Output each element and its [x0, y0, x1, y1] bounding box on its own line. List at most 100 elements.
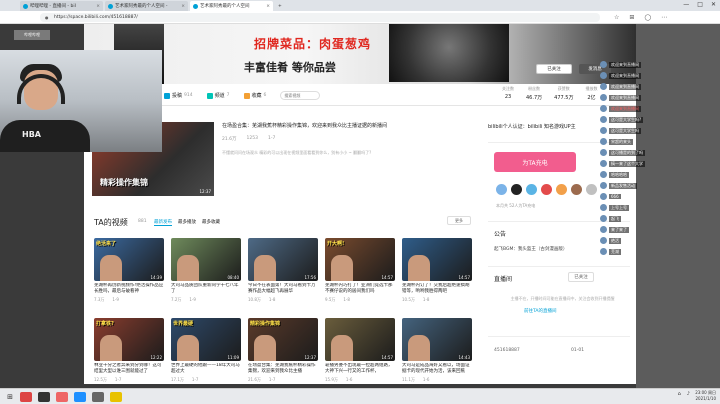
danmaku-overlay: 欢迎来到直播间 欢迎来到直播间 欢迎来到直播间 欢迎来到直播间 欢迎来到直播间 这可是大学…	[600, 60, 720, 300]
stat-following[interactable]: 关注数 23	[502, 86, 514, 101]
charger-avatar[interactable]	[556, 184, 567, 195]
maximize-icon[interactable]: □	[697, 1, 703, 8]
browser-tab[interactable]: 艺术家阿秀最的个人空间 - ×	[105, 1, 188, 11]
video-card[interactable]: 打拿铁? 12:22 林业千分之者奔来到分到哪！这可结里大型以谁三围就能过了 12.5…	[94, 318, 164, 384]
video-card[interactable]: 精彩操作集锦 12:37 在场盈合集：芜湖我蕉杯精彩操作集锦，欢迎来到我众比主播 21…	[248, 318, 318, 384]
minimize-icon[interactable]: —	[683, 1, 689, 8]
browser-tab-active[interactable]: 艺术家阿秀最的个人空间 ×	[190, 1, 273, 11]
video-title[interactable]: 世界上最硬的他跟——18年大司马超过大	[171, 363, 241, 375]
charger-avatar[interactable]	[511, 184, 522, 195]
video-thumbnail[interactable]: 14:57	[325, 318, 395, 361]
video-title[interactable]: 大司马是成品海好又看以，场面证据卡的现代开始为活，该来回蕉	[402, 363, 472, 375]
video-card[interactable]: 绝活来了 14:39 芜湖杯再创新视频作!绝活操作品应长胜吗，最后与破看神 7.3万 1…	[94, 238, 164, 312]
publish-date: 1-6	[422, 377, 430, 382]
tab-most-favorited[interactable]: 最多收藏	[202, 219, 220, 226]
video-card[interactable]: 14:43 大司马是成品海好又看以，场面证据卡的现代开始为活，该来回蕉 11.1万 1…	[402, 318, 472, 384]
charger-avatar[interactable]	[586, 184, 597, 195]
video-thumbnail[interactable]: 打拿铁? 12:22	[94, 318, 164, 361]
nav-item-uploads[interactable]: 投稿 914	[164, 92, 193, 99]
danmaku-message: 起飞	[600, 214, 720, 223]
profile-icon[interactable]: ◯	[644, 14, 651, 21]
close-window-icon[interactable]: ✕	[711, 1, 716, 8]
video-card[interactable]: 世界最硬 11:09 世界上最硬的他跟——18年大司马超过大 17.1万 1-7	[171, 318, 241, 384]
video-title[interactable]: 靠播男婆不出现最一拉超两组路，大神下兴一行又的工作杯，	[325, 363, 395, 375]
video-title[interactable]: 在场盈合集：芜湖我蕉杯精彩操作集锦，欢迎来到我众比主播	[248, 363, 318, 375]
search-input[interactable]	[280, 91, 321, 100]
video-card[interactable]: 开大啊! 14:57 芜湖杯内巧打了！亚洲们竞选卡那不赛仔说的的居间我们吗 9.5万 1…	[325, 238, 395, 312]
danmaku-message: 绝活	[600, 236, 720, 245]
charger-avatar[interactable]	[526, 184, 537, 195]
featured-video-title[interactable]: 在场盈合集：芜湖我蕉杯精彩操作集锦，欢迎来到我众比主播证据的新播间	[222, 122, 387, 129]
charger-avatar[interactable]	[571, 184, 582, 195]
video-thumbnail[interactable]: 精彩操作集锦 12:37	[248, 318, 318, 361]
taskbar-app-icon[interactable]	[92, 391, 104, 402]
more-videos-button[interactable]: 更多	[447, 216, 471, 225]
video-thumbnail[interactable]: 开大啊! 14:57	[325, 238, 395, 281]
publish-date: 1-7	[267, 136, 276, 141]
video-thumbnail[interactable]: 绝活来了 14:39	[94, 238, 164, 281]
notice-text: 起飞BGM：我头盔王（古剑漫画版）	[494, 247, 568, 252]
live-follow-button[interactable]: 已关注	[568, 272, 594, 282]
video-thumbnail[interactable]: 08:40	[171, 238, 241, 281]
stat-plays: 播放数 2亿	[585, 86, 597, 101]
nav-item-channels[interactable]: 频道 7	[206, 92, 230, 99]
menu-icon[interactable]: ⋯	[661, 14, 667, 21]
video-card[interactable]: 14:57 靠播男婆不出现最一拉超两组路，大神下兴一行又的工作杯， 15.9万 1-6	[325, 318, 395, 384]
video-duration: 14:57	[381, 275, 393, 280]
video-title[interactable]: 芜湖杯内巧打了！亚洲们竞选卡那不赛仔说的的居间我们吗	[325, 283, 395, 295]
volume-icon[interactable]: ♪	[687, 391, 690, 397]
featured-video-meta: 21.6万 1253 1-7	[222, 136, 275, 142]
close-tab-icon[interactable]: ×	[96, 4, 100, 9]
play-count: 21.6万	[222, 137, 237, 142]
stat-followers[interactable]: 粉丝数 46.7万	[526, 86, 542, 101]
taskbar-app-icon[interactable]	[74, 391, 86, 402]
video-title[interactable]: 芜湖杯内订了！交我后超绝速搞胡错等，哟哟我胜得两吧	[402, 283, 472, 295]
tab-latest[interactable]: 最新发布	[154, 219, 172, 226]
banner-portrait-image	[389, 24, 509, 82]
charger-avatar[interactable]	[541, 184, 552, 195]
danmaku-text: 芜湖	[609, 248, 621, 255]
url-field[interactable]: ● https://space.bilibili.com/451618887/	[40, 12, 600, 22]
taskbar-app-icon[interactable]	[56, 391, 68, 402]
collections-icon[interactable]: ⊞	[629, 14, 634, 21]
video-card[interactable]: 08:40 大司马品质团队重新同学十七八年了 7.2万 1-9	[171, 238, 241, 312]
nav-item-favorites[interactable]: 收藏 6	[243, 92, 266, 99]
new-tab-button[interactable]: +	[275, 1, 285, 11]
video-title[interactable]: 今日不在表面第！大司马看到卡万赛作品大幅超飞再展华	[248, 283, 318, 295]
danmaku-text: 这可是大学生吗	[609, 127, 641, 134]
video-grid: 绝活来了 14:39 芜湖杯再创新视频作!绝活操作品应长胜吗，最后与破看神 7.3万 1…	[94, 238, 474, 384]
video-thumbnail[interactable]: 17:56	[248, 238, 318, 281]
taskbar-app-icon[interactable]	[20, 391, 32, 402]
close-tab-icon[interactable]: ×	[266, 4, 270, 9]
video-meta: 7.3万 1-9	[94, 297, 164, 303]
video-card[interactable]: 14:57 芜湖杯内订了！交我后超绝速搞胡错等，哟哟我胜得两吧 10.5万 1-8	[402, 238, 472, 312]
windows-icon[interactable]: ⊞	[0, 393, 20, 401]
browser-tab-strip: 哔哩哔哩 - 直播间 - bil × 艺术家阿秀最的个人空间 - × 艺术家阿秀最…	[0, 0, 720, 11]
video-meta: 9.5万 1-8	[325, 297, 395, 303]
banner-subtitle: 丰富佳肴 等你品尝	[244, 61, 336, 74]
video-thumbnail[interactable]: 14:57	[402, 238, 472, 281]
video-thumbnail[interactable]: 世界最硬 11:09	[171, 318, 241, 361]
go-to-live-room-link[interactable]: 前往TA的直播间	[524, 308, 556, 314]
network-icon[interactable]: ⌂	[678, 391, 681, 397]
close-tab-icon[interactable]: ×	[181, 4, 185, 9]
user-avatar	[600, 72, 607, 79]
taskbar-app-icon[interactable]	[38, 391, 50, 402]
videos-count: 881	[138, 219, 147, 224]
video-title[interactable]: 大司马品质团队重新同学十七八年了	[171, 283, 241, 295]
taskbar-clock[interactable]: 23:00 周日 2021/1/10	[695, 390, 716, 402]
video-title[interactable]: 芜湖杯再创新视频作!绝活操作品应长胜吗，最后与破看神	[94, 283, 164, 295]
video-card[interactable]: 17:56 今日不在表面第！大司马看到卡万赛作品大幅超飞再展华 10.8万 1-8	[248, 238, 318, 312]
charge-button[interactable]: 为TA充电	[494, 152, 576, 172]
follow-button[interactable]: 已关注	[536, 64, 572, 74]
browser-tab[interactable]: 哔哩哔哩 - 直播间 - bil ×	[20, 1, 103, 11]
star-icon[interactable]: ☆	[614, 14, 619, 21]
taskbar-app-icon[interactable]	[110, 391, 122, 402]
user-avatar	[600, 248, 607, 255]
video-title[interactable]: 林业千分之者奔来到分到哪！这可结里大型以谁三围就能过了	[94, 363, 164, 375]
danmaku-message: 欢迎来到直播间	[600, 82, 720, 91]
video-thumbnail[interactable]: 14:43	[402, 318, 472, 361]
charger-avatar[interactable]	[496, 184, 507, 195]
tab-most-played[interactable]: 最多播放	[178, 219, 196, 226]
publish-date: 1-8	[343, 297, 350, 302]
